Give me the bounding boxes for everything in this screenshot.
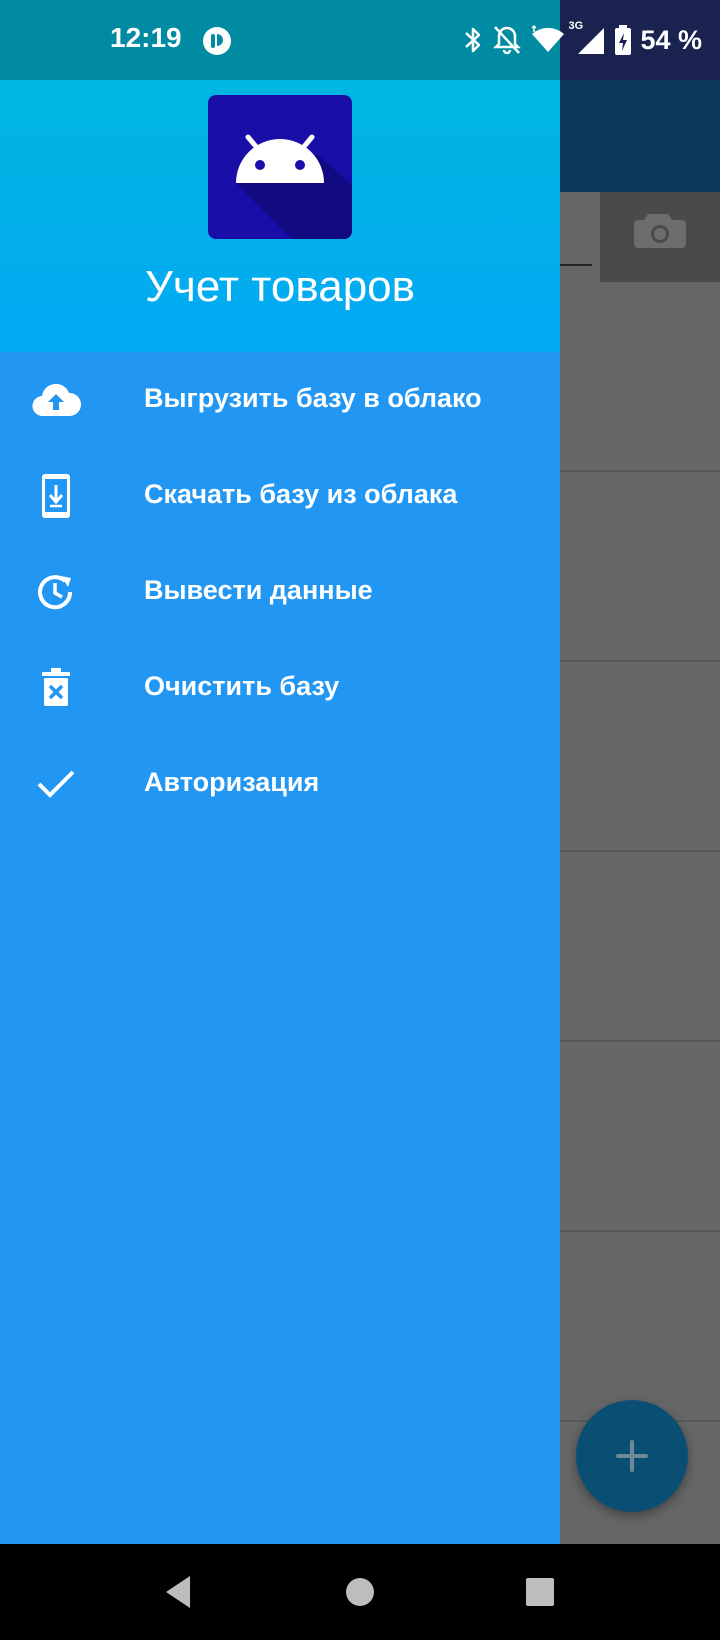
list-divider xyxy=(560,660,720,662)
delete-icon xyxy=(30,664,82,712)
list-divider xyxy=(560,470,720,472)
menu-item-label: Вывести данные xyxy=(144,575,373,605)
menu-item-auth[interactable]: Авторизация xyxy=(0,736,560,832)
menu-item-download[interactable]: Скачать базу из облака xyxy=(0,448,560,544)
app-notification-icon xyxy=(203,27,231,55)
app-title: Учет товаров xyxy=(144,262,416,311)
check-icon xyxy=(30,760,82,808)
cellular-3g-icon: 3G xyxy=(568,20,606,56)
list-divider xyxy=(560,1230,720,1232)
menu-item-label: Скачать базу из облака xyxy=(144,479,458,509)
battery-percent: 54 % xyxy=(640,24,702,55)
camera-button[interactable] xyxy=(600,192,720,282)
home-icon xyxy=(346,1578,374,1606)
recents-icon xyxy=(526,1578,554,1606)
wifi-icon xyxy=(531,24,565,52)
network-label: 3G xyxy=(568,20,584,32)
camera-icon xyxy=(634,214,686,248)
list-divider xyxy=(560,850,720,852)
system-nav-bar xyxy=(0,1544,720,1640)
menu-item-label: Очистить базу xyxy=(144,671,340,701)
history-icon xyxy=(30,568,82,616)
menu-item-upload[interactable]: Выгрузить базу в облако xyxy=(0,352,560,448)
menu-item-label: Выгрузить базу в облако xyxy=(144,383,482,413)
home-button[interactable] xyxy=(334,1566,386,1618)
menu-item-clear[interactable]: Очистить базу xyxy=(0,640,560,736)
status-icons: 3G 54 % xyxy=(462,20,702,60)
drawer-header: Учет товаров xyxy=(0,80,560,352)
menu-item-label: Авторизация xyxy=(144,767,320,797)
back-icon xyxy=(166,1576,190,1608)
battery-charging-icon xyxy=(615,25,632,55)
search-field-underline xyxy=(560,264,592,266)
android-app-icon xyxy=(208,95,352,239)
status-time: 12:19 xyxy=(110,22,182,53)
status-bar: 12:19 3G 54 % xyxy=(0,0,720,80)
bluetooth-icon xyxy=(465,27,481,53)
notifications-off-icon xyxy=(493,26,522,55)
back-button[interactable] xyxy=(152,1566,204,1618)
menu-item-export[interactable]: Вывести данные xyxy=(0,544,560,640)
add-fab-button[interactable] xyxy=(576,1400,688,1512)
recents-button[interactable] xyxy=(514,1566,566,1618)
phone-download-icon xyxy=(30,472,82,520)
drawer-menu: Выгрузить базу в облако Скачать базу из … xyxy=(0,352,560,832)
list-divider xyxy=(560,1040,720,1042)
cloud-upload-icon xyxy=(30,376,82,424)
add-icon xyxy=(616,1440,648,1472)
navigation-drawer: Учет товаров Выгрузить базу в облако Ска… xyxy=(0,80,560,1544)
